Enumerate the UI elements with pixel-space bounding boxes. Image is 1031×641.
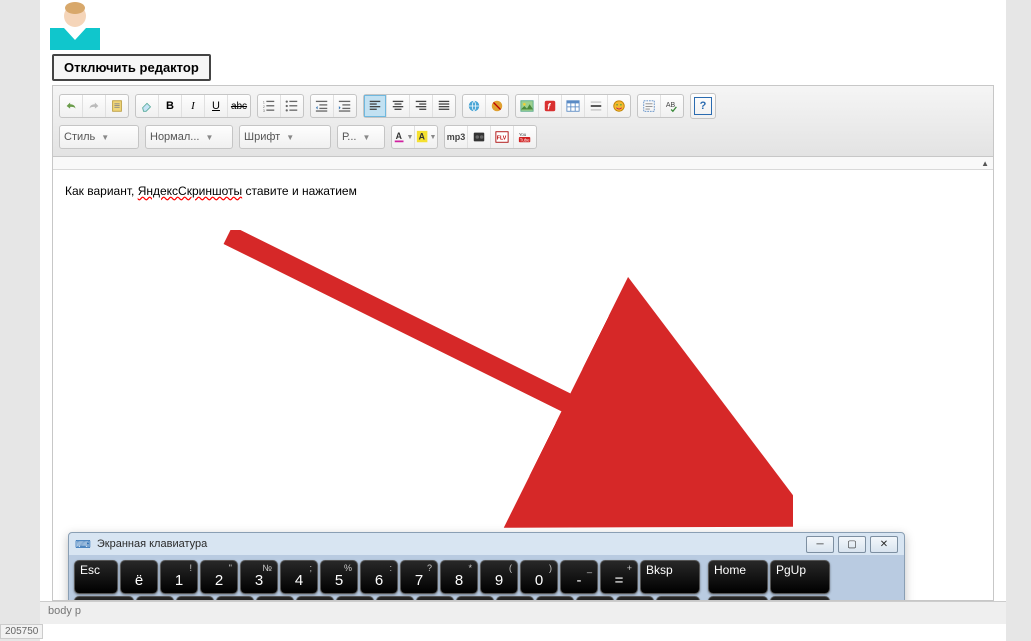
- key-=[interactable]: +=: [600, 560, 638, 594]
- key-н[interactable]: н: [336, 596, 374, 600]
- unlink-button[interactable]: [485, 95, 508, 117]
- key-г[interactable]: г: [376, 596, 414, 600]
- avatar: [50, 0, 100, 50]
- key-у[interactable]: у: [216, 596, 254, 600]
- key-з[interactable]: з: [496, 596, 534, 600]
- document-text: Как вариант, ЯндексСкриншоты ставите и н…: [65, 184, 357, 198]
- key-ц[interactable]: ц: [176, 596, 214, 600]
- style-select[interactable]: Стиль▼: [59, 125, 139, 149]
- svg-text:FLV: FLV: [497, 136, 507, 142]
- table-button[interactable]: [561, 95, 584, 117]
- redo-button[interactable]: [82, 95, 105, 117]
- svg-text:Tube: Tube: [520, 137, 530, 142]
- key-0[interactable]: )0: [520, 560, 558, 594]
- align-right-button[interactable]: [409, 95, 432, 117]
- key-щ[interactable]: щ: [456, 596, 494, 600]
- paste-button[interactable]: [105, 95, 128, 117]
- spellcheck-button[interactable]: AB: [660, 95, 683, 117]
- align-justify-button[interactable]: [432, 95, 455, 117]
- key-5[interactable]: %5: [320, 560, 358, 594]
- key-х[interactable]: х: [536, 596, 574, 600]
- key-pgup[interactable]: PgUp: [770, 560, 830, 594]
- align-center-button[interactable]: [386, 95, 409, 117]
- key-1[interactable]: !1: [160, 560, 198, 594]
- key-8[interactable]: *8: [440, 560, 478, 594]
- link-button[interactable]: [463, 95, 485, 117]
- maximize-button[interactable]: ▢: [838, 536, 866, 553]
- svg-text:1: 1: [263, 100, 265, 104]
- size-select[interactable]: Р...▼: [337, 125, 385, 149]
- key-3[interactable]: №3: [240, 560, 278, 594]
- key-\[interactable]: \: [616, 596, 654, 600]
- key-ё[interactable]: ё: [120, 560, 158, 594]
- ruler-bar: ▲: [53, 157, 993, 170]
- close-button[interactable]: ✕: [870, 536, 898, 553]
- undo-button[interactable]: [60, 95, 82, 117]
- text-color-button[interactable]: A▼: [392, 126, 414, 148]
- keyboard-icon: ⌨: [75, 538, 91, 551]
- editor-canvas[interactable]: Как вариант, ЯндексСкриншоты ставите и н…: [53, 170, 993, 600]
- collapse-icon[interactable]: ▲: [981, 159, 989, 168]
- flash-button[interactable]: f: [538, 95, 561, 117]
- svg-text:3: 3: [263, 109, 265, 113]
- mp3-button[interactable]: mp3: [445, 126, 467, 148]
- key-home[interactable]: Home: [708, 560, 768, 594]
- smiley-button[interactable]: [607, 95, 630, 117]
- select-all-button[interactable]: [638, 95, 660, 117]
- key--[interactable]: _-: [560, 560, 598, 594]
- hr-button[interactable]: [584, 95, 607, 117]
- page-id: 205750: [0, 624, 43, 639]
- svg-text:AB: AB: [666, 102, 676, 109]
- eraser-button[interactable]: [136, 95, 158, 117]
- bold-button[interactable]: B: [158, 95, 181, 117]
- on-screen-keyboard: ⌨ Экранная клавиатура ─ ▢ ✕ Escё!1"2№3;4…: [68, 532, 905, 600]
- video-button[interactable]: [467, 126, 490, 148]
- key-esc[interactable]: Esc: [74, 560, 118, 594]
- key-7[interactable]: ?7: [400, 560, 438, 594]
- key-tab[interactable]: Tab: [74, 596, 134, 600]
- youtube-button[interactable]: YouTube: [513, 126, 536, 148]
- key-2[interactable]: "2: [200, 560, 238, 594]
- osk-titlebar[interactable]: ⌨ Экранная клавиатура ─ ▢ ✕: [69, 533, 904, 555]
- svg-text:A: A: [395, 131, 402, 141]
- outdent-button[interactable]: [311, 95, 333, 117]
- key-end[interactable]: End: [708, 596, 768, 600]
- key-9[interactable]: (9: [480, 560, 518, 594]
- italic-button[interactable]: I: [181, 95, 204, 117]
- minimize-button[interactable]: ─: [806, 536, 834, 553]
- disable-editor-button[interactable]: Отключить редактор: [52, 54, 211, 81]
- bg-color-button[interactable]: A▼: [414, 126, 437, 148]
- flv-button[interactable]: FLV: [490, 126, 513, 148]
- align-left-button[interactable]: [364, 95, 386, 117]
- svg-text:A: A: [418, 132, 425, 142]
- numbered-list-button[interactable]: 123: [258, 95, 280, 117]
- key-bksp[interactable]: Bksp: [640, 560, 700, 594]
- svg-text:You: You: [519, 132, 527, 137]
- bullet-list-button[interactable]: [280, 95, 303, 117]
- status-bar: body p: [40, 601, 1006, 624]
- help-button[interactable]: ?: [694, 97, 712, 115]
- key-к[interactable]: к: [256, 596, 294, 600]
- key-ъ[interactable]: ъ: [576, 596, 614, 600]
- key-4[interactable]: ;4: [280, 560, 318, 594]
- format-select[interactable]: Нормал...▼: [145, 125, 233, 149]
- strike-button[interactable]: abc: [227, 95, 250, 117]
- key-й[interactable]: й: [136, 596, 174, 600]
- osk-title-text: Экранная клавиатура: [97, 538, 207, 550]
- key-ш[interactable]: ш: [416, 596, 454, 600]
- editor-toolbar: B I U abc 123: [53, 86, 993, 157]
- font-select[interactable]: Шрифт▼: [239, 125, 331, 149]
- indent-button[interactable]: [333, 95, 356, 117]
- key-е[interactable]: е: [296, 596, 334, 600]
- rich-text-editor: B I U abc 123: [52, 85, 994, 601]
- key-pgdn[interactable]: PgDn: [770, 596, 830, 600]
- red-arrow: [223, 230, 793, 530]
- key-6[interactable]: :6: [360, 560, 398, 594]
- image-button[interactable]: [516, 95, 538, 117]
- key-del[interactable]: Del: [656, 596, 700, 600]
- underline-button[interactable]: U: [204, 95, 227, 117]
- svg-text:2: 2: [263, 105, 265, 109]
